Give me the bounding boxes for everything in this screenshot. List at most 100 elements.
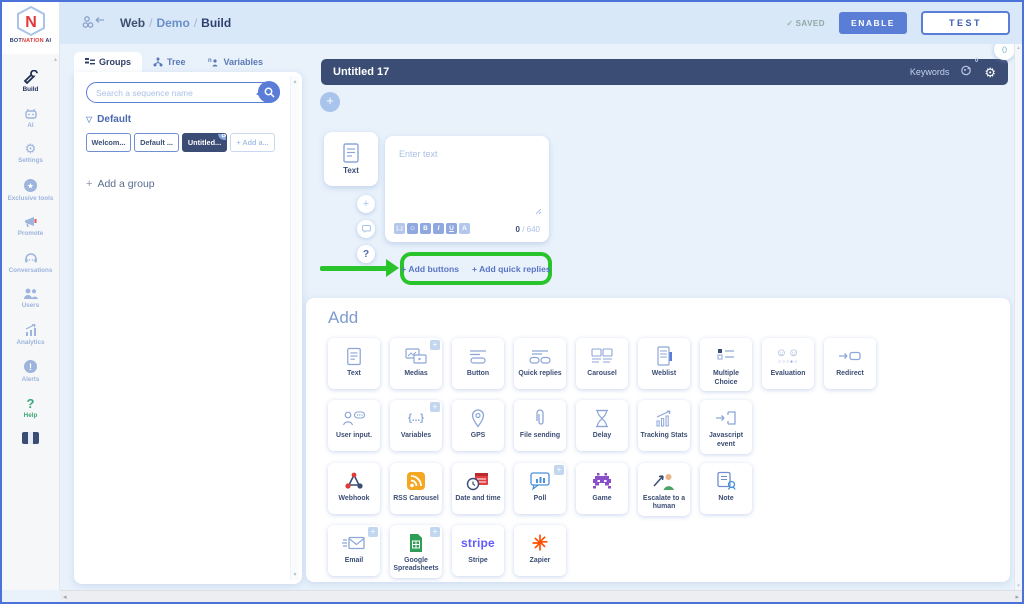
italic-icon[interactable]: I xyxy=(433,223,444,234)
sequence-title[interactable]: Untitled 17 xyxy=(333,66,389,78)
plus-badge-icon: + xyxy=(554,465,564,475)
block-card-variables[interactable]: + {...} Variables xyxy=(390,400,442,451)
logo[interactable]: N BOTNATION AI xyxy=(2,2,59,54)
keywords-icon[interactable]: 0 xyxy=(960,63,973,81)
block-card-webhook[interactable]: Webhook xyxy=(328,463,380,514)
add-buttons-link[interactable]: + Add buttons xyxy=(401,264,459,274)
search-button[interactable] xyxy=(258,81,280,103)
main-horizontal-scrollbar[interactable]: ◂▸ xyxy=(60,590,1022,602)
sidebar-item-exclusive-tools[interactable]: ★ Exclusive tools xyxy=(2,172,59,210)
sidebar-item-users[interactable]: Users xyxy=(2,281,59,317)
sidebar-item-conversations[interactable]: Conversations xyxy=(2,245,59,282)
sidebar-item-help[interactable]: ? Help xyxy=(2,391,59,427)
block-card-medias[interactable]: + Medias xyxy=(390,338,442,389)
block-card-rss-carousel[interactable]: RSS Carousel xyxy=(390,463,442,514)
scroll-up-icon[interactable]: ▴ xyxy=(1017,45,1020,51)
svg-text:N: N xyxy=(25,14,37,31)
sequence-chip-welcome[interactable]: Welcom... xyxy=(86,133,131,152)
block-card-stripe[interactable]: stripe Stripe xyxy=(452,525,504,576)
sidebar-item-ai[interactable]: AI xyxy=(2,101,59,137)
block-card-evaluation[interactable]: ☺☺○○○●○ Evaluation xyxy=(762,338,814,389)
block-card-multiple-choice[interactable]: Multiple Choice xyxy=(700,338,752,391)
block-card-user-input[interactable]: User input. xyxy=(328,400,380,451)
bold-icon[interactable]: B xyxy=(420,223,431,234)
block-card-button[interactable]: Button xyxy=(452,338,504,389)
scroll-left-icon[interactable]: ◂ xyxy=(63,593,67,601)
sidebar-item-analytics[interactable]: Analytics xyxy=(2,317,59,354)
block-grid-row-2: User input. + {...} Variables GPS File s… xyxy=(328,400,1010,453)
block-card-carousel[interactable]: Carousel xyxy=(576,338,628,389)
sidebar-item-settings[interactable]: ⚙ Settings xyxy=(2,136,59,172)
scroll-right-icon[interactable]: ▸ xyxy=(1015,593,1019,601)
check-icon: ✓ xyxy=(786,19,793,28)
text-editor[interactable]: Enter text [..] ☺ B I U A 0 / 640 xyxy=(385,136,549,242)
sequence-settings-gear-icon[interactable]: ⚙ xyxy=(984,66,996,79)
block-grid-row-1: Text + Medias Button Quick replies xyxy=(328,338,1010,391)
block-card-text[interactable]: Text xyxy=(328,338,380,389)
variable-insert-icon[interactable]: [..] xyxy=(394,223,405,234)
search-input[interactable] xyxy=(96,88,216,98)
block-card-date-and-time[interactable]: Date and time xyxy=(452,463,504,514)
block-card-poll[interactable]: + Poll xyxy=(514,463,566,514)
block-card-delay[interactable]: Delay xyxy=(576,400,628,451)
note-icon xyxy=(715,471,737,491)
groups-panel-body: ▽ Default Welcom... Default ... Untitled… xyxy=(74,72,302,584)
editor-placeholder: Enter text xyxy=(399,149,438,159)
group-default-toggle[interactable]: ▽ Default xyxy=(86,114,280,125)
block-card-redirect[interactable]: Redirect xyxy=(824,338,876,389)
tab-groups[interactable]: Groups xyxy=(74,52,142,72)
breadcrumb[interactable]: Web/Demo/Build xyxy=(120,16,231,30)
block-card-tracking-stats[interactable]: Tracking Stats xyxy=(638,400,690,451)
block-card-note[interactable]: Note xyxy=(700,463,752,514)
rail-help-button[interactable]: ? xyxy=(357,245,375,263)
test-button[interactable]: TEST xyxy=(921,11,1010,35)
resize-handle-icon[interactable] xyxy=(535,202,542,220)
block-card-escalate[interactable]: Escalate to a human xyxy=(638,463,690,516)
tab-tree[interactable]: Tree xyxy=(142,52,197,72)
flow-back-icon[interactable] xyxy=(82,15,106,31)
editor-toolbar: [..] ☺ B I U A xyxy=(394,223,470,234)
scroll-down-icon[interactable]: ▾ xyxy=(293,571,296,578)
chevron-down-icon: ▽ xyxy=(86,115,92,124)
scroll-up-icon[interactable]: ▴ xyxy=(293,78,296,85)
add-block-above-button[interactable]: + xyxy=(320,92,340,112)
font-color-icon[interactable]: A xyxy=(459,223,470,234)
add-sequence-chip[interactable]: + Add a... xyxy=(230,133,275,152)
block-card-javascript-event[interactable]: Javascript event xyxy=(700,400,752,453)
rail-add-button[interactable]: + xyxy=(357,195,375,213)
rail-comment-button[interactable] xyxy=(357,220,375,238)
keywords-label[interactable]: Keywords xyxy=(910,67,950,77)
sidebar-item-alerts[interactable]: ! Alerts xyxy=(2,353,59,391)
block-card-email[interactable]: + Email xyxy=(328,525,380,576)
add-group-button[interactable]: + Add a group xyxy=(86,178,280,190)
scroll-down-icon[interactable]: ▾ xyxy=(1017,583,1020,589)
block-card-gps[interactable]: GPS xyxy=(452,400,504,451)
enable-button[interactable]: ENABLE xyxy=(839,12,907,34)
block-card-file-sending[interactable]: File sending xyxy=(514,400,566,451)
block-card-google-spreadsheets[interactable]: + Google Spreadsheets xyxy=(390,525,442,578)
sequence-chip-default[interactable]: Default ... xyxy=(134,133,179,152)
add-blocks-panel: Add Text + Medias Button Quick repl xyxy=(306,298,1010,582)
language-flag-icon[interactable] xyxy=(22,432,39,444)
groups-icon xyxy=(85,58,95,67)
panel-scrollbar[interactable]: ▴▾ xyxy=(290,76,299,580)
char-counter: 0 / 640 xyxy=(516,225,540,234)
sidebar-item-build[interactable]: Build xyxy=(2,64,59,101)
text-block-card[interactable]: Text xyxy=(324,132,378,186)
sidebar-item-promote[interactable]: Promote xyxy=(2,209,59,245)
block-card-game[interactable]: Game xyxy=(576,463,628,514)
underline-icon[interactable]: U xyxy=(446,223,457,234)
block-card-weblist[interactable]: Weblist xyxy=(638,338,690,389)
block-card-quick-replies[interactable]: Quick replies xyxy=(514,338,566,389)
game-invader-icon xyxy=(591,472,613,490)
emoji-icon[interactable]: ☺ xyxy=(407,223,418,234)
sequence-chip-untitled[interactable]: Untitled... xyxy=(182,133,227,152)
plus-icon: + xyxy=(86,178,92,190)
main-vertical-scrollbar[interactable]: ▴▾ xyxy=(1014,44,1022,590)
block-card-zapier[interactable]: Zapier xyxy=(514,525,566,576)
plus-badge-icon: + xyxy=(430,340,440,350)
add-quick-replies-link[interactable]: + Add quick replies xyxy=(472,264,551,274)
sidebar-scroll-up-icon[interactable]: ▴ xyxy=(54,56,57,63)
top-bar: Web/Demo/Build ✓SAVED ENABLE TEST xyxy=(60,2,1022,44)
tab-variables[interactable]: n Variables xyxy=(197,52,275,72)
